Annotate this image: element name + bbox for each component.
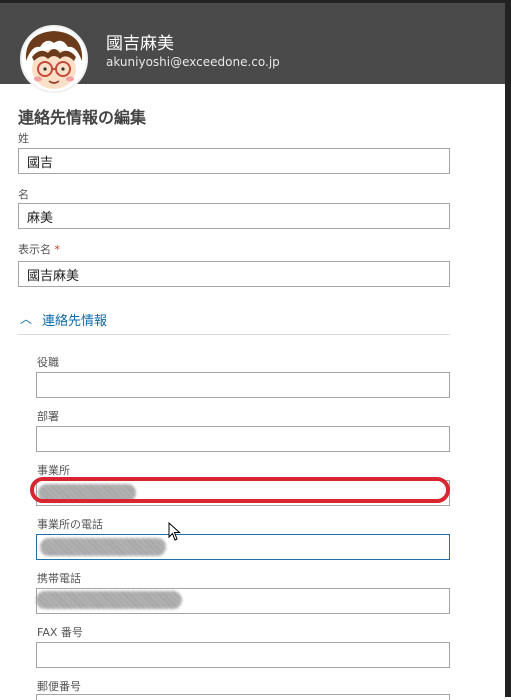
required-mark: * xyxy=(54,243,61,256)
postal-code-input[interactable] xyxy=(36,694,450,700)
window-edge xyxy=(505,0,511,697)
postal-code-label: 郵便番号 xyxy=(37,680,81,693)
last-name-label: 姓 xyxy=(18,132,29,145)
avatar xyxy=(20,25,88,93)
department-input[interactable] xyxy=(36,426,450,452)
last-name-input[interactable] xyxy=(18,148,450,174)
user-email: akuniyoshi@exceedone.co.jp xyxy=(106,55,280,69)
profile-header: 國吉麻美 akuniyoshi@exceedone.co.jp xyxy=(0,0,511,93)
page-title: 連絡先情報の編集 xyxy=(18,108,147,127)
fax-input[interactable] xyxy=(36,642,450,668)
chevron-up-icon: ︿ xyxy=(20,312,33,326)
display-name-input[interactable] xyxy=(18,261,450,287)
section-label: 連絡先情報 xyxy=(42,314,108,329)
job-title-label: 役職 xyxy=(37,356,59,369)
first-name-input[interactable] xyxy=(18,203,450,229)
highlight-annotation xyxy=(30,477,450,503)
mobile-phone-label: 携帯電話 xyxy=(37,572,81,585)
display-name-label-text: 表示名 xyxy=(18,243,51,256)
mouse-cursor-icon xyxy=(168,522,181,541)
contact-info-section-toggle[interactable]: ︿ 連絡先情報 xyxy=(18,310,450,335)
department-label: 部署 xyxy=(37,410,59,423)
job-title-input[interactable] xyxy=(36,372,450,398)
display-name-label: 表示名 * xyxy=(18,241,60,257)
first-name-label: 名 xyxy=(18,188,29,201)
fax-label: FAX 番号 xyxy=(37,626,83,639)
redacted-office-phone-value xyxy=(40,538,166,556)
user-name: 國吉麻美 xyxy=(106,34,174,54)
office-phone-label: 事業所の電話 xyxy=(37,518,103,531)
office-label: 事業所 xyxy=(37,464,70,477)
redacted-mobile-phone-value xyxy=(36,591,182,609)
